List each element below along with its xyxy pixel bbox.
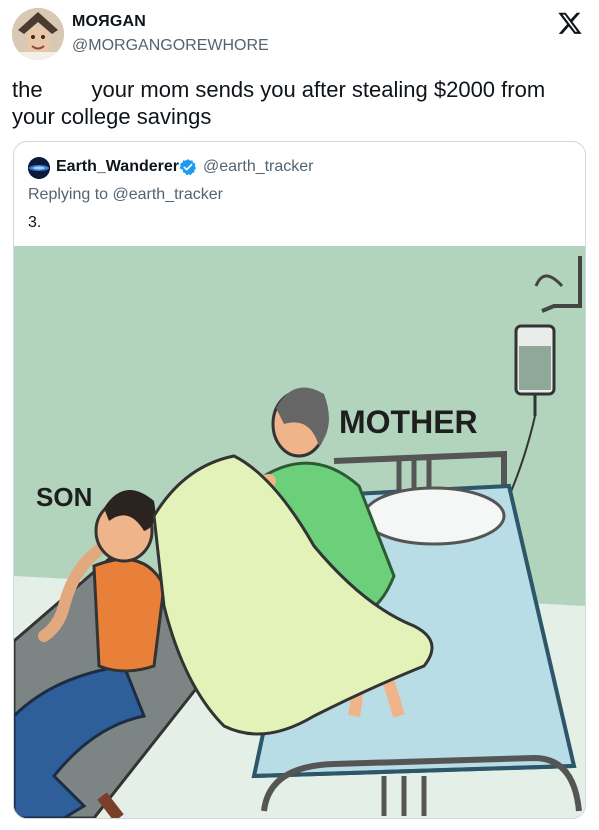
label-son: SON — [36, 482, 92, 512]
display-name[interactable]: MOЯGAN — [72, 13, 146, 31]
comic-illustration[interactable]: MOTHER SON — [14, 246, 585, 818]
quoted-user-avatar[interactable] — [28, 157, 50, 179]
replying-to-text: Replying to @earth_tracker — [28, 186, 223, 203]
tweet-text: the your mom sends you after stealing $2… — [12, 77, 552, 129]
quoted-tweet-card[interactable]: Earth_Wanderer @earth_tracker Replying t… — [13, 141, 586, 819]
quoted-handle[interactable]: @earth_tracker — [203, 158, 314, 176]
user-avatar[interactable] — [12, 8, 64, 60]
user-handle[interactable]: @MORGANGOREWHORE — [72, 37, 269, 55]
x-logo-icon[interactable] — [557, 10, 583, 36]
earth-avatar-icon — [28, 157, 50, 179]
avatar-image — [12, 8, 64, 60]
label-mother: MOTHER — [339, 404, 478, 440]
tweet-header: MOЯGAN @MORGANGOREWHORE — [0, 0, 599, 68]
verified-badge-icon — [179, 159, 197, 176]
quoted-tweet-body: 3. — [28, 214, 42, 231]
quoted-display-name[interactable]: Earth_Wanderer — [56, 158, 179, 176]
